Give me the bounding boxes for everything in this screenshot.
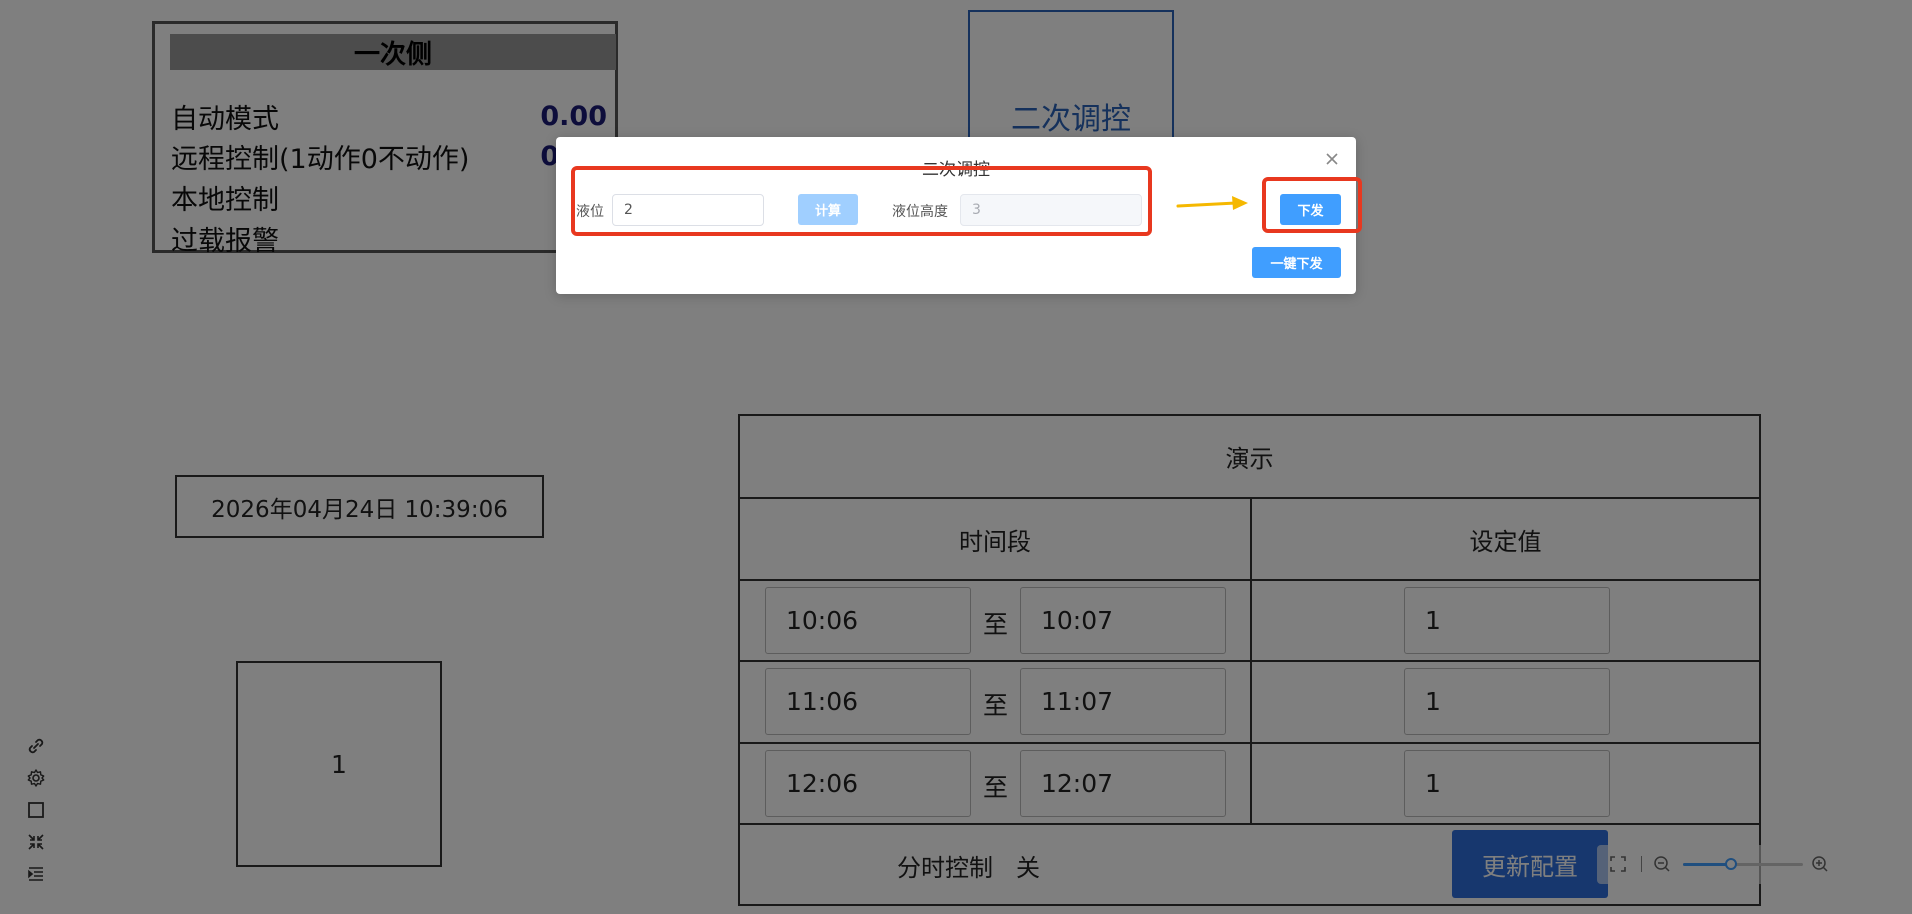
secondary-control-dialog: 二次调控 液位 2 计算 液位高度 3 下发 一键下发: [556, 137, 1362, 294]
close-icon[interactable]: [1322, 149, 1342, 169]
send-all-button[interactable]: 一键下发: [1252, 247, 1341, 278]
annotation-arrow-icon: [1176, 196, 1248, 210]
highlight-box: [571, 166, 1152, 236]
highlight-box: [1262, 177, 1362, 233]
